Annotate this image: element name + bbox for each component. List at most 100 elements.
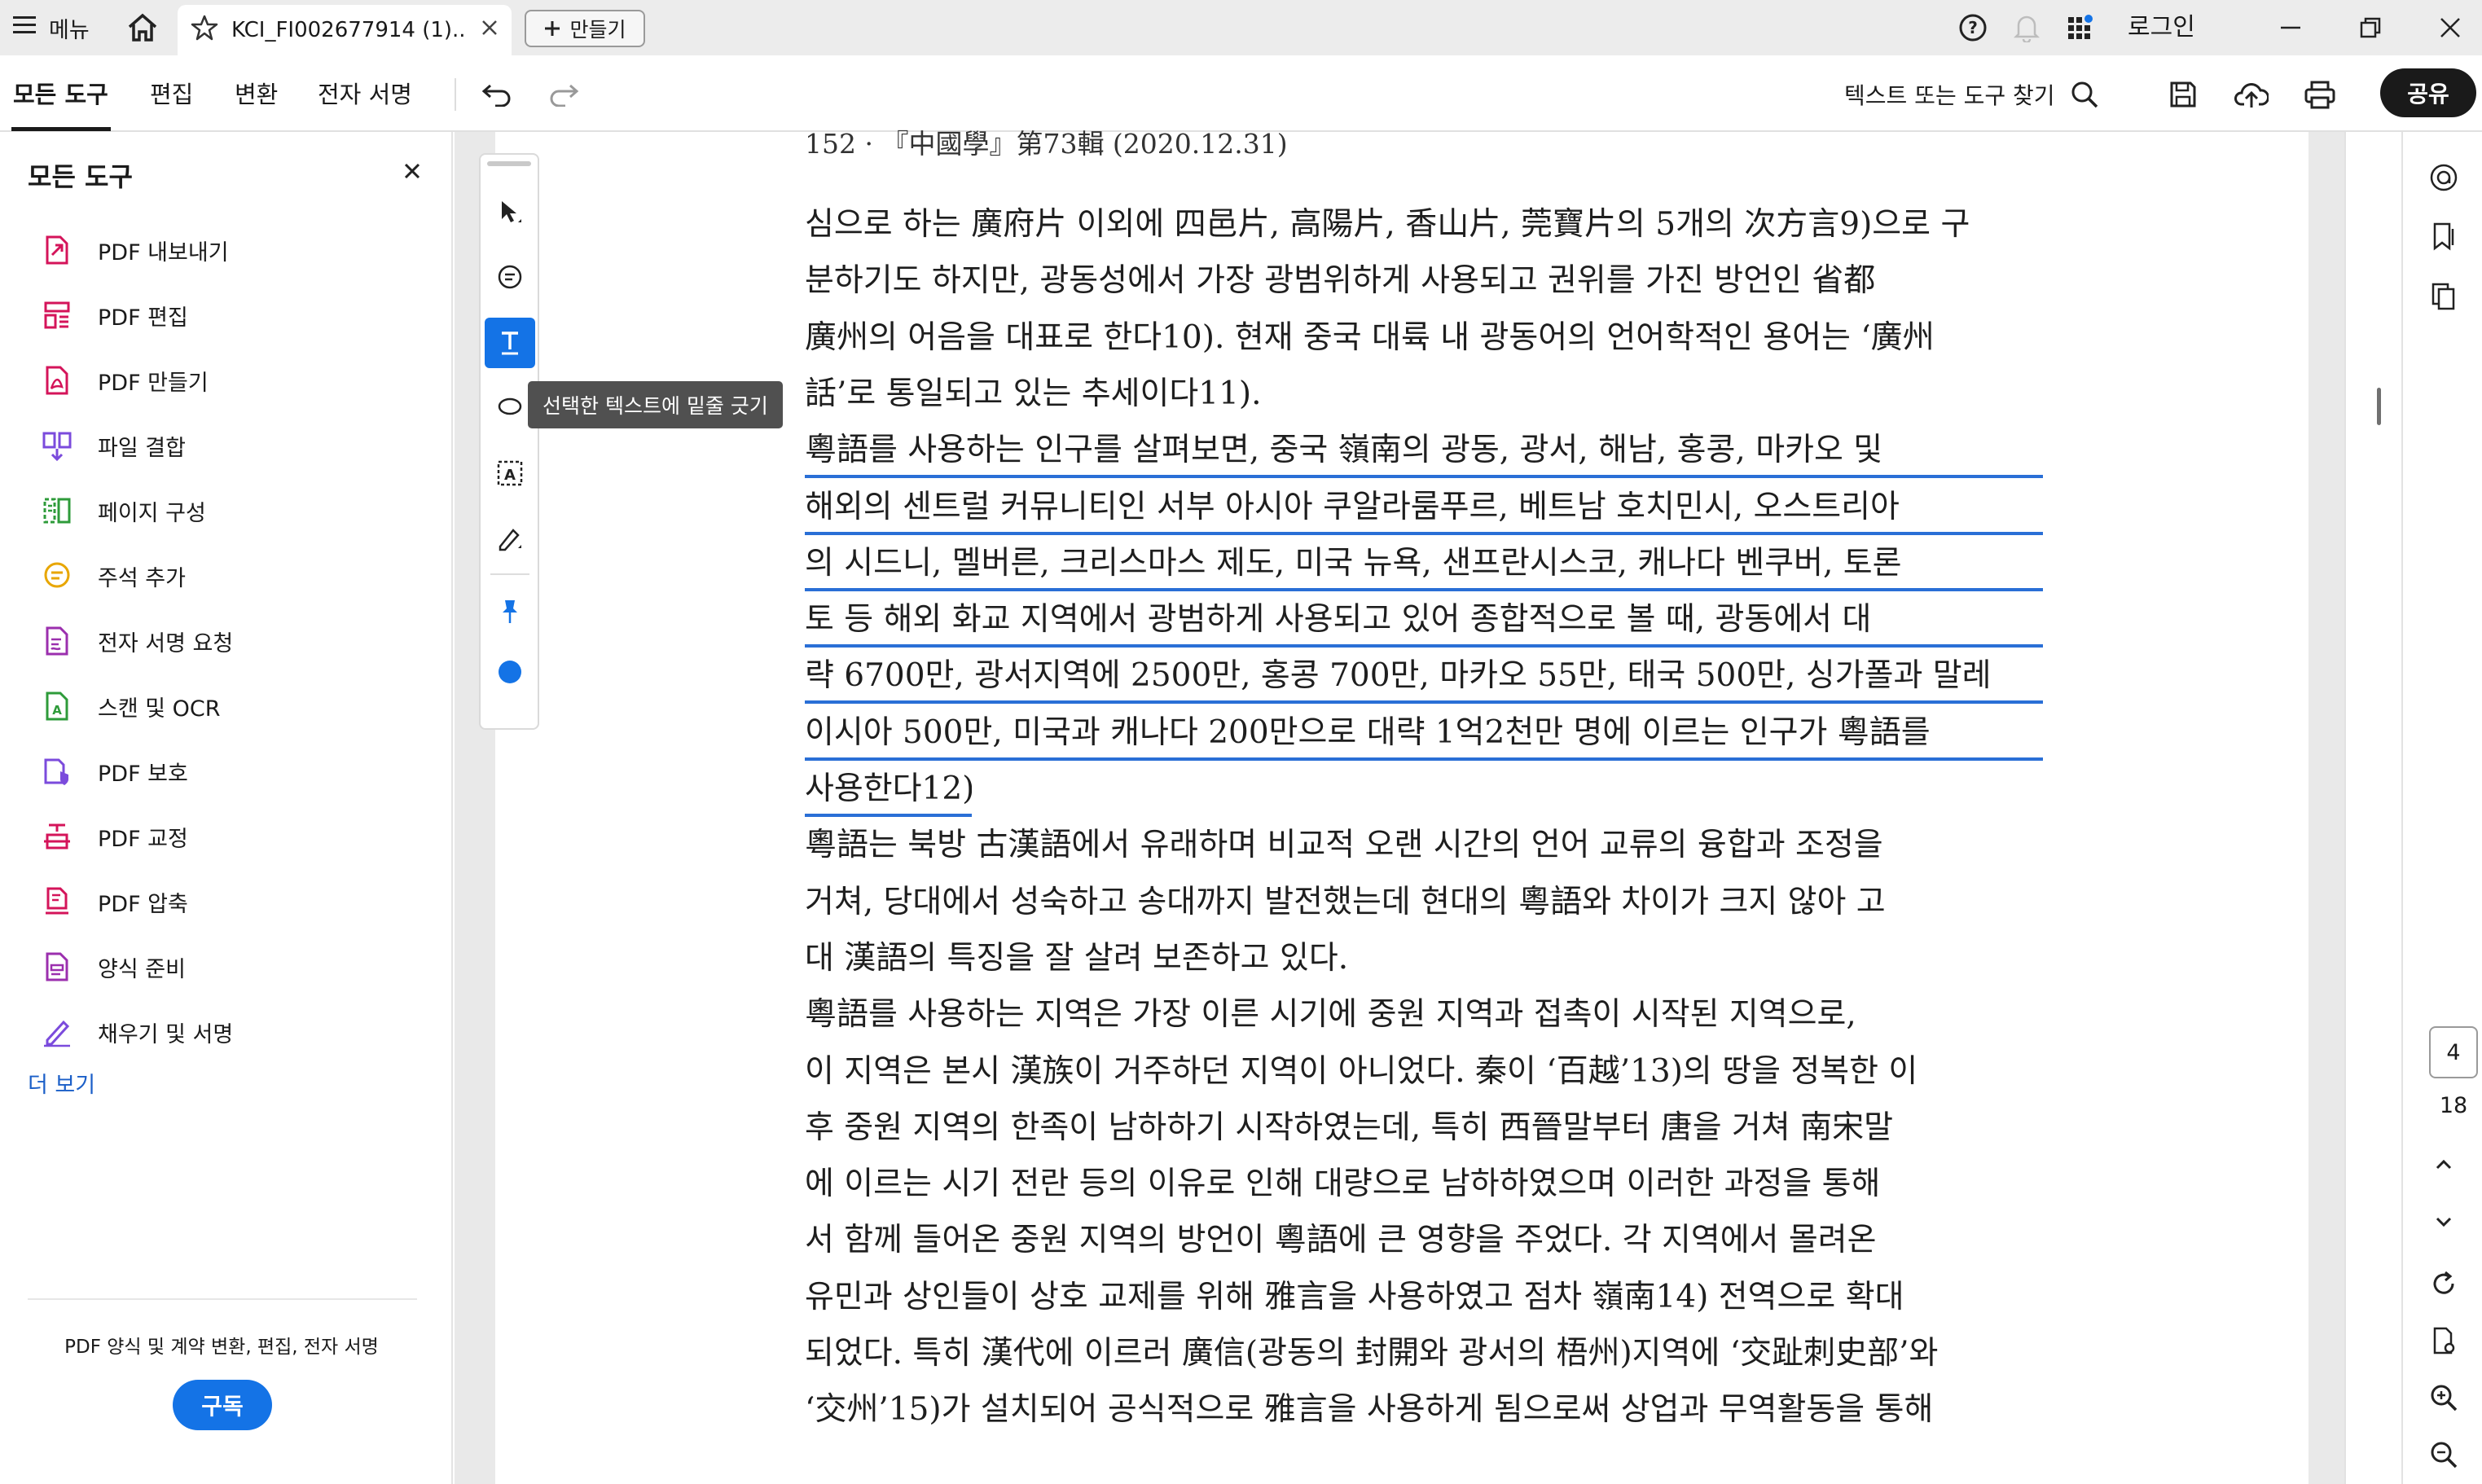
- text-line[interactable]: 대 漢語의 특징을 잘 살려 보존하고 있다.: [805, 934, 2043, 983]
- ai-assistant-icon[interactable]: [2424, 158, 2463, 197]
- star-icon[interactable]: [191, 14, 218, 47]
- tool-add-comment[interactable]: 주석 추가: [39, 555, 186, 596]
- draw-tool-button[interactable]: [485, 513, 535, 564]
- text-line[interactable]: 에 이르는 시기 전란 등의 이유로 인해 대량으로 남하하였으며 이러한 과정…: [805, 1160, 2043, 1209]
- underlined-text-line[interactable]: 략 6700만, 광서지역에 2500만, 홍콩 700만, 마카오 55만, …: [805, 652, 2043, 705]
- menu-button[interactable]: 메뉴: [13, 11, 90, 44]
- bell-icon[interactable]: [2005, 10, 2048, 46]
- text-line[interactable]: 유민과 상인들이 상호 교제를 위해 雅言을 사용하였고 점차 嶺南14) 전역…: [805, 1273, 2043, 1322]
- new-tab-label: 만들기: [569, 18, 626, 42]
- share-button[interactable]: 공유: [2380, 68, 2476, 117]
- underlined-text-line[interactable]: 사용한다12).: [805, 765, 972, 817]
- restore-icon[interactable]: [2349, 10, 2392, 46]
- document-tab[interactable]: KCI_FI002677914 (1)....: [178, 5, 512, 55]
- tool-export-pdf[interactable]: PDF 내보내기: [39, 230, 229, 270]
- pages-thumbnails-icon[interactable]: [2424, 277, 2463, 316]
- home-button[interactable]: [122, 11, 163, 44]
- cloud-upload-icon[interactable]: [2232, 75, 2271, 114]
- text-markup-button[interactable]: [485, 318, 535, 368]
- text-line[interactable]: 粵語를 사용하는 지역은 가장 이른 시기에 중원 지역과 접촉이 시작된 지역…: [805, 990, 2043, 1039]
- tool-organize-pages[interactable]: 페이지 구성: [39, 490, 206, 531]
- underlined-text-line[interactable]: 해외의 센트럴 커뮤니티인 서부 아시아 쿠알라룸푸르, 베트남 호치민시, 오…: [805, 483, 2043, 535]
- close-window-icon[interactable]: [2429, 10, 2471, 46]
- minimize-icon[interactable]: [2269, 10, 2312, 46]
- text-line[interactable]: 이 지역은 본시 漢族이 거주하던 지역이 아니었다. 秦이 ‘百越’13)의 …: [805, 1047, 2043, 1096]
- tool-scan-ocr[interactable]: A 스캔 및 OCR: [39, 686, 221, 727]
- svg-text:?: ?: [1968, 18, 1978, 37]
- current-page-input[interactable]: 4: [2429, 1026, 2478, 1078]
- text-line[interactable]: 후 중원 지역의 한족이 남하하기 시작하였는데, 특히 西晉말부터 唐을 거쳐…: [805, 1104, 2043, 1153]
- tool-fill-sign[interactable]: 채우기 및 서명: [39, 1012, 233, 1052]
- close-tab-icon[interactable]: [481, 18, 499, 42]
- undo-icon[interactable]: [477, 75, 516, 114]
- zoom-in-icon[interactable]: [2424, 1378, 2463, 1417]
- select-tool-button[interactable]: [485, 187, 535, 238]
- add-text-box-button[interactable]: A: [485, 448, 535, 498]
- drag-handle[interactable]: [487, 161, 531, 166]
- print-icon[interactable]: [2300, 75, 2339, 114]
- tab-esign[interactable]: 전자 서명: [318, 78, 412, 111]
- text-line[interactable]: 되었다. 특히 漢代에 이르러 廣信(광동의 封開와 광서의 梧州)지역에 ‘交…: [805, 1329, 2043, 1378]
- lasso-icon: [498, 397, 522, 415]
- redo-icon[interactable]: [544, 75, 583, 114]
- text-line[interactable]: 話’로 통일되고 있는 추세이다11).: [805, 370, 2043, 419]
- text-line[interactable]: 심으로 하는 廣府片 이외에 四邑片, 高陽片, 香山片, 莞寶片의 5개의 次…: [805, 200, 2043, 249]
- text-line[interactable]: 거쳐, 당대에서 성숙하고 송대까지 발전했는데 현대의 粵語와 차이가 크지 …: [805, 878, 2043, 927]
- compress-pdf-icon: [39, 884, 75, 920]
- document-viewer: 152 · 『中國學』第73輯 (2020.12.31) 심으로 하는 廣府片 …: [455, 128, 2344, 1484]
- show-more-link[interactable]: 더 보기: [28, 1067, 95, 1099]
- text-line[interactable]: 粵語는 북방 古漢語에서 유래하며 비교적 오랜 시간의 언어 교류의 융합과 …: [805, 821, 2043, 870]
- find-tools-search[interactable]: 텍스트 또는 도구 찾기: [1844, 75, 2099, 114]
- vertical-scrollbar[interactable]: [2344, 132, 2401, 1484]
- combine-files-icon: [39, 428, 75, 463]
- next-page-icon[interactable]: [2424, 1202, 2463, 1241]
- save-icon[interactable]: [2164, 75, 2203, 114]
- underlined-text-line[interactable]: 粵語를 사용하는 인구를 살펴보면, 중국 嶺南의 광동, 광서, 해남, 홍콩…: [805, 426, 2043, 479]
- comment-icon: [498, 265, 522, 289]
- tab-edit[interactable]: 편집: [150, 78, 193, 111]
- underlined-text-line[interactable]: 의 시드니, 멜버른, 크리스마스 제도, 미국 뉴욕, 샌프란시스코, 캐나다…: [805, 539, 2043, 591]
- title-bar: 메뉴 KCI_FI002677914 (1).... 만들기 ? 로그인: [0, 0, 2482, 55]
- tool-create-pdf[interactable]: PDF 만들기: [39, 360, 209, 401]
- protect-pdf-icon: [39, 753, 75, 789]
- tool-edit-pdf[interactable]: PDF 편집: [39, 295, 188, 336]
- bookmark-icon[interactable]: [2424, 217, 2463, 256]
- edit-pdf-icon: [39, 297, 75, 333]
- plus-icon: [545, 21, 560, 36]
- underlined-text-line[interactable]: 이시아 500만, 미국과 캐나다 200만으로 대략 1억2천만 명에 이르는…: [805, 709, 2043, 761]
- rotate-icon[interactable]: [2424, 1264, 2463, 1303]
- pdf-page[interactable]: 152 · 『中國學』第73輯 (2020.12.31) 심으로 하는 廣府片 …: [495, 128, 2308, 1484]
- add-comment-button[interactable]: [485, 252, 535, 303]
- close-panel-icon[interactable]: [399, 158, 425, 184]
- pin-icon: [503, 600, 517, 623]
- tab-all-tools[interactable]: 모든 도구: [13, 78, 108, 111]
- zoom-out-icon[interactable]: [2424, 1435, 2463, 1474]
- text-line[interactable]: 廣州의 어음을 대표로 한다10). 현재 중국 대륙 내 광동어의 언어학적인…: [805, 314, 2043, 362]
- tab-convert[interactable]: 변환: [235, 78, 278, 111]
- tool-prepare-form[interactable]: 양식 준비: [39, 946, 186, 987]
- text-line[interactable]: 분하기도 하지만, 광동성에서 가장 광범위하게 사용되고 권위를 가진 방언인…: [805, 257, 2043, 305]
- tool-redact-pdf[interactable]: PDF 교정: [39, 816, 188, 857]
- help-icon[interactable]: ?: [1952, 10, 1994, 46]
- pin-button[interactable]: [485, 586, 535, 637]
- color-picker-button[interactable]: [485, 647, 535, 697]
- text-line[interactable]: 서 함께 들어온 중원 지역의 방언이 粵語에 큰 영향을 주었다. 각 지역에…: [805, 1216, 2043, 1265]
- text-box-icon: A: [497, 460, 523, 486]
- previous-page-icon[interactable]: [2424, 1145, 2463, 1184]
- subscribe-button[interactable]: 구독: [173, 1380, 272, 1430]
- underlined-text-line[interactable]: 토 등 해외 화교 지역에서 광범하게 사용되고 있어 종합적으로 볼 때, 광…: [805, 595, 2043, 648]
- new-tab-button[interactable]: 만들기: [525, 10, 645, 47]
- color-dot-icon: [499, 661, 521, 683]
- tool-combine-files[interactable]: 파일 결합: [39, 425, 186, 466]
- tool-compress-pdf[interactable]: PDF 압축: [39, 881, 188, 922]
- text-line[interactable]: ‘交州’15)가 설치되어 공식적으로 雅言을 사용하게 됨으로써 상업과 무역…: [805, 1385, 2043, 1434]
- tool-request-esign[interactable]: 전자 서명 요청: [39, 621, 233, 661]
- scroll-thumb[interactable]: [2377, 388, 2381, 425]
- tool-label: PDF 교정: [98, 826, 188, 852]
- tool-protect-pdf[interactable]: PDF 보호: [39, 751, 188, 792]
- login-button[interactable]: 로그인: [2128, 10, 2195, 46]
- fill-sign-icon: [39, 1014, 75, 1050]
- page-settings-icon[interactable]: [2424, 1321, 2463, 1360]
- apps-grid-icon[interactable]: [2059, 10, 2102, 46]
- search-icon: [2071, 81, 2098, 108]
